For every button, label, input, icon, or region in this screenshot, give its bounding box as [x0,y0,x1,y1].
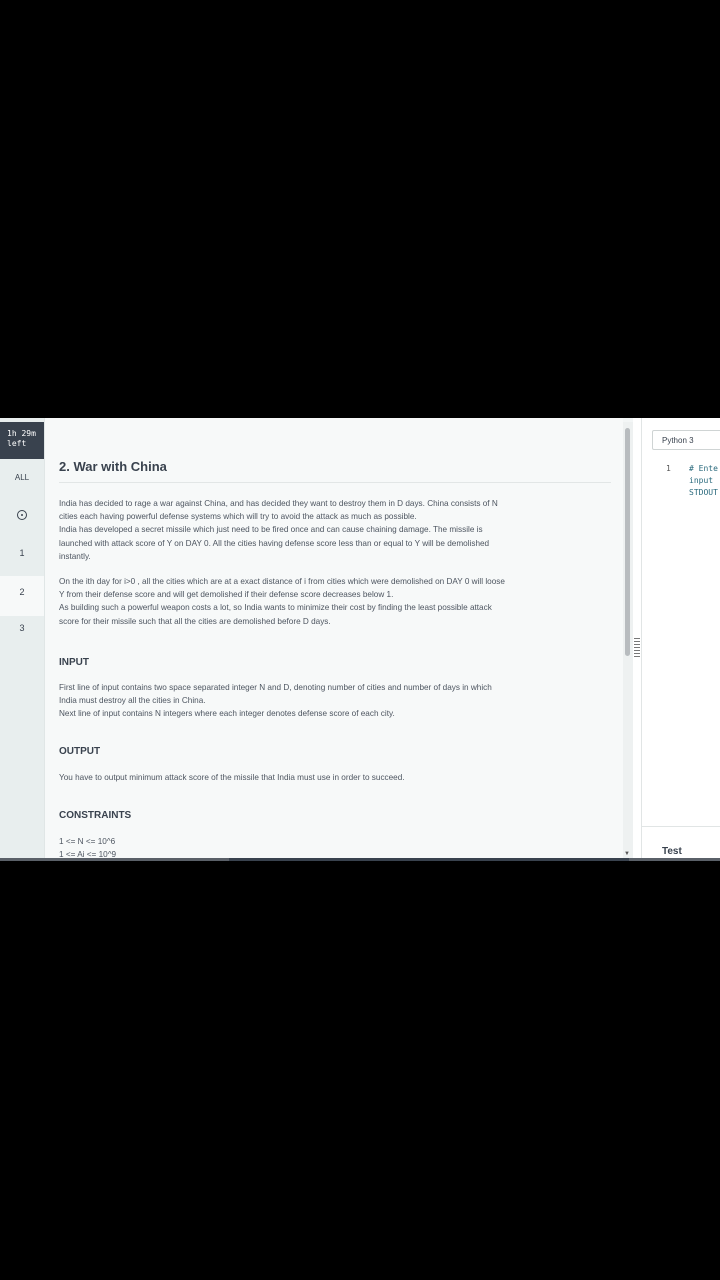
text-line: First line of input contains two space s… [59,683,492,692]
language-select[interactable]: Python 3 [652,430,720,450]
constraints-heading: CONSTRAINTS [59,810,132,821]
question-nav: 1h 29m left ALL 1 2 3 [0,418,44,861]
divider [642,826,720,827]
text-line: India must destroy all the cities in Chi… [59,696,206,706]
text-line: cities each having powerful defense syst… [59,512,417,522]
timer-hours: 1h 29m [7,429,36,438]
line-number: 1 [666,464,671,473]
app-screen: 1h 29m left ALL 1 2 3 2. War with China … [0,418,720,861]
code-line[interactable]: # Ente [689,464,718,473]
text-line: Y from their defense score and will get … [59,590,394,600]
input-description: First line of input contains two space s… [59,681,604,721]
text-line: score for their missile such that all th… [59,616,331,626]
output-heading: OUTPUT [59,746,101,757]
nav-question-2[interactable]: 2 [0,576,44,616]
nav-info[interactable] [0,510,44,522]
description-para-1: India has decided to rage a war against … [59,497,604,563]
code-line[interactable]: input [689,476,713,485]
description-para-2: On the ith day for i>0 , all the cities … [59,575,604,628]
info-icon [17,510,27,520]
test-tab[interactable]: Test [662,846,682,857]
problem-scrollbar[interactable]: ▼ [623,422,633,859]
nav-all[interactable]: ALL [0,473,44,482]
text-line: India has decided to rage a war against … [59,499,498,508]
code-line[interactable]: STDOUT [689,488,718,497]
divider [59,482,611,483]
timer-left-label: left [7,439,27,448]
output-description: You have to output minimum attack score … [59,771,604,784]
nav-question-3[interactable]: 3 [0,623,44,633]
text-line: launched with attack score of Y on DAY 0… [59,538,490,548]
problem-title: 2. War with China [59,459,167,474]
text-line: instantly. [59,551,91,561]
text-line: Next line of input contains N integers w… [59,709,395,719]
scrollbar-thumb[interactable] [625,428,630,656]
nav-question-1[interactable]: 1 [0,548,44,558]
scroll-down-arrow-icon[interactable]: ▼ [624,851,630,857]
constraint-item: 1 <= N <= 10^6 [59,837,116,846]
text-line: As building such a powerful weapon costs… [59,603,492,613]
bottom-accent [229,858,629,861]
input-heading: INPUT [59,657,89,668]
text-line: On the ith day for i>0 , all the cities … [59,577,505,586]
code-editor[interactable]: Python 3 1 # Ente input STDOUT Test [641,418,720,861]
text-line: You have to output minimum attack score … [59,773,405,782]
text-line: India has developed a secret missile whi… [59,525,483,535]
problem-statement: 2. War with China India has decided to r… [44,418,623,861]
panel-resize-handle[interactable] [633,418,641,861]
time-remaining: 1h 29m left [0,422,44,459]
grip-icon [634,638,640,658]
